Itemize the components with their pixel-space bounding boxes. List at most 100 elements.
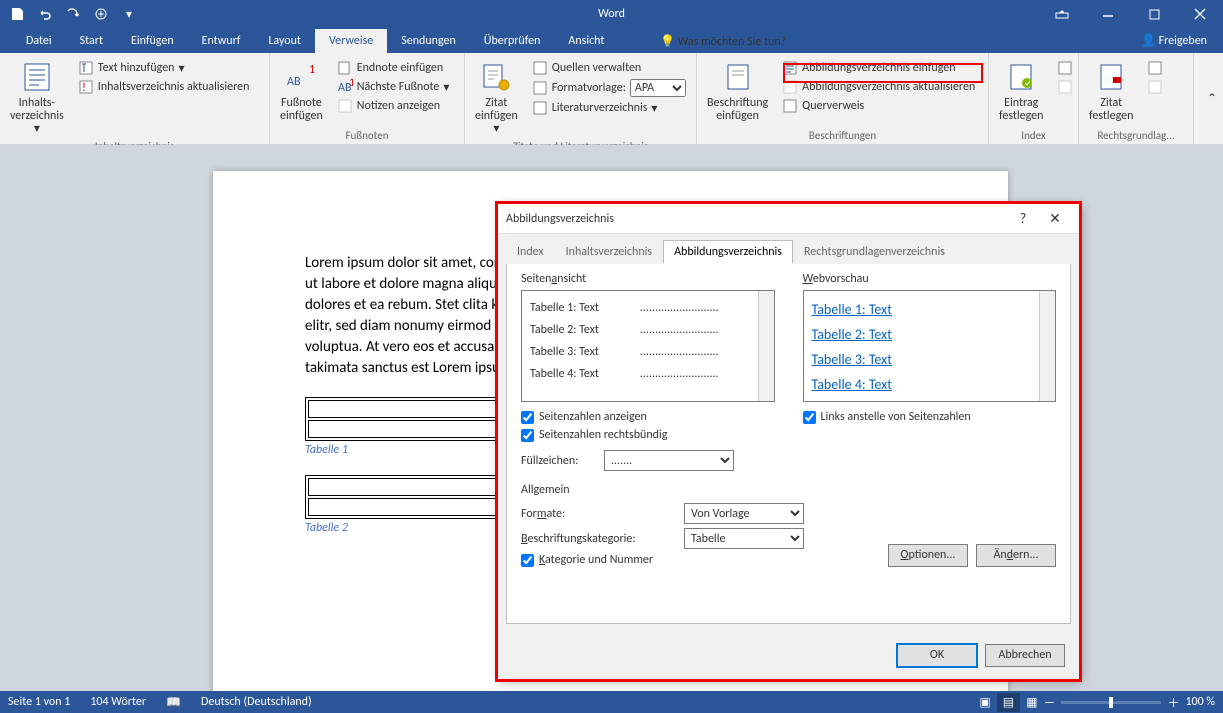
tab-review[interactable]: Überprüfen <box>470 29 555 53</box>
cancel-button[interactable]: Abbrechen <box>985 644 1065 667</box>
share-label: Freigeben <box>1159 34 1207 48</box>
show-notes-button[interactable]: Notizen anzeigen <box>333 97 454 115</box>
formats-label: Formate: <box>521 507 676 521</box>
tab-view[interactable]: Ansicht <box>554 29 618 53</box>
insert-index-icon[interactable] <box>1053 59 1077 77</box>
add-text-label: Text hinzufügen <box>98 61 175 75</box>
page-indicator[interactable]: Seite 1 von 1 <box>8 695 70 709</box>
preview-line: Tabelle 1: Text.........................… <box>528 297 768 319</box>
close-icon[interactable] <box>1177 0 1223 28</box>
collapse-ribbon-icon[interactable]: ⌃ <box>1207 91 1217 106</box>
group-index-label: Index <box>995 127 1072 144</box>
tab-insert[interactable]: Einfügen <box>117 29 188 53</box>
print-preview-label: Seitenansicht <box>521 272 775 286</box>
show-page-numbers-check[interactable]: Seitenzahlen anzeigen <box>521 410 775 424</box>
mark-citation-button[interactable]: Zitat festlegen <box>1085 57 1137 127</box>
zoom-out-icon[interactable]: － <box>1043 694 1055 711</box>
show-page-numbers-label: Seitenzahlen anzeigen <box>539 410 647 424</box>
mark-citation-label: Zitat festlegen <box>1089 97 1133 123</box>
dialog-tab-index[interactable]: Index <box>506 240 555 264</box>
save-icon[interactable] <box>4 3 30 25</box>
next-footnote-button[interactable]: AB1Nächste Fußnote ▾ <box>333 78 454 96</box>
tof-dialog: Abbildungsverzeichnis ? ✕ Index Inhaltsv… <box>497 203 1080 680</box>
ok-button[interactable]: OK <box>897 644 977 667</box>
zoom-slider[interactable] <box>1061 701 1161 704</box>
language-indicator[interactable]: Deutsch (Deutschland) <box>201 695 312 709</box>
insert-toa-icon[interactable] <box>1143 59 1167 77</box>
mark-entry-button[interactable]: Eintrag festlegen <box>995 57 1047 127</box>
crossref-button[interactable]: Querverweis <box>778 97 979 115</box>
zoom-level[interactable]: 100 % <box>1185 695 1215 709</box>
dialog-tab-toa[interactable]: Rechtsgrundlagenverzeichnis <box>793 240 956 264</box>
toc-button-label: Inhalts- verzeichnis <box>10 97 64 123</box>
insert-caption-button[interactable]: Beschriftung einfügen <box>703 57 772 127</box>
web-layout-icon[interactable]: ▦ <box>1026 695 1037 710</box>
minimize-icon[interactable] <box>1085 0 1131 28</box>
links-instead-check[interactable]: Links anstelle von Seitenzahlen <box>803 410 1057 424</box>
ribbon-options-icon[interactable] <box>1039 0 1085 28</box>
crossref-label: Querverweis <box>802 99 864 113</box>
svg-text:!: ! <box>82 81 86 95</box>
insert-tof-button[interactable]: Abbildungsverzeichnis einfügen <box>778 59 979 77</box>
insert-tof-label: Abbildungsverzeichnis einfügen <box>802 61 955 75</box>
update-toa-icon[interactable] <box>1143 78 1167 96</box>
share-button[interactable]: 👤 Freigeben <box>1133 30 1215 51</box>
web-preview-label: Webvorschau <box>803 272 1057 286</box>
tab-references[interactable]: Verweise <box>315 29 387 53</box>
modify-button[interactable]: Ändern... <box>976 544 1056 567</box>
svg-text:1: 1 <box>349 79 353 90</box>
update-tof-label: Abbildungsverzeichnis aktualisieren <box>802 80 975 94</box>
leader-select[interactable]: ....... <box>604 450 734 471</box>
dialog-tab-toc[interactable]: Inhaltsverzeichnis <box>555 240 663 264</box>
proofing-icon[interactable]: 📖 <box>166 695 181 710</box>
update-tof-button[interactable]: Abbildungsverzeichnis aktualisieren <box>778 78 979 96</box>
update-toc-label: Inhaltsverzeichnis aktualisieren <box>98 80 250 94</box>
tab-home[interactable]: Start <box>66 29 117 53</box>
endnote-button[interactable]: Endnote einfügen <box>333 59 454 77</box>
formats-select[interactable]: Von Vorlage <box>684 503 804 524</box>
bibliography-button[interactable]: Literaturverzeichnis ▾ <box>528 99 690 117</box>
touch-mode-icon[interactable] <box>88 3 114 25</box>
redo-icon[interactable] <box>60 3 86 25</box>
dialog-tab-tof[interactable]: Abbildungsverzeichnis <box>663 240 793 264</box>
caption-label-select[interactable]: Tabelle <box>684 528 804 549</box>
preview-line: Tabelle 4: Text.........................… <box>528 363 768 385</box>
dialog-help-icon[interactable]: ? <box>1007 210 1039 227</box>
tab-file[interactable]: Datei <box>12 29 66 53</box>
footnote-button[interactable]: AB1 Fußnote einfügen <box>276 57 327 127</box>
bibliography-label: Literaturverzeichnis <box>552 101 648 115</box>
include-label-label: Kategorie und Nummer <box>539 553 653 567</box>
web-link: Tabelle 3: Text <box>810 347 1050 372</box>
tab-mailings[interactable]: Sendungen <box>387 29 470 53</box>
dialog-close-icon[interactable]: ✕ <box>1039 210 1071 227</box>
manage-sources-button[interactable]: Quellen verwalten <box>528 59 690 77</box>
app-title: Word <box>598 7 625 21</box>
insert-citation-button[interactable]: Zitat einfügen▾ <box>471 57 522 138</box>
statusbar: Seite 1 von 1 104 Wörter 📖 Deutsch (Deut… <box>0 691 1223 713</box>
next-footnote-label: Nächste Fußnote <box>357 80 440 94</box>
print-layout-icon[interactable]: ▤ <box>997 693 1020 712</box>
update-toc-button[interactable]: ! Inhaltsverzeichnis aktualisieren <box>74 78 254 96</box>
read-mode-icon[interactable]: ▣ <box>979 695 990 710</box>
right-align-check[interactable]: Seitenzahlen rechtsbündig <box>521 428 775 442</box>
toc-button[interactable]: Inhalts- verzeichnis▾ <box>6 57 68 138</box>
tell-me[interactable]: 💡 Was möchten Sie tun? <box>660 34 786 49</box>
print-preview-box: Tabelle 1: Text.........................… <box>521 290 775 402</box>
maximize-icon[interactable] <box>1131 0 1177 28</box>
options-button[interactable]: Optionen... <box>888 544 968 567</box>
zoom-in-icon[interactable]: ＋ <box>1167 694 1179 711</box>
update-index-icon[interactable] <box>1053 78 1077 96</box>
word-count[interactable]: 104 Wörter <box>90 695 146 709</box>
tab-design[interactable]: Entwurf <box>188 29 255 53</box>
style-select[interactable]: APA <box>630 79 686 97</box>
links-instead-label: Links anstelle von Seitenzahlen <box>821 410 971 424</box>
svg-text:AB: AB <box>287 75 301 89</box>
scrollbar[interactable] <box>758 291 774 401</box>
web-preview-box: Tabelle 1: Text Tabelle 2: Text Tabelle … <box>803 290 1057 402</box>
add-text-button[interactable]: Text hinzufügen ▾ <box>74 59 254 77</box>
scrollbar[interactable] <box>1039 291 1055 401</box>
customize-icon[interactable]: ▾ <box>116 3 142 25</box>
tab-layout[interactable]: Layout <box>254 29 315 53</box>
svg-text:1: 1 <box>309 63 315 77</box>
undo-icon[interactable] <box>32 3 58 25</box>
